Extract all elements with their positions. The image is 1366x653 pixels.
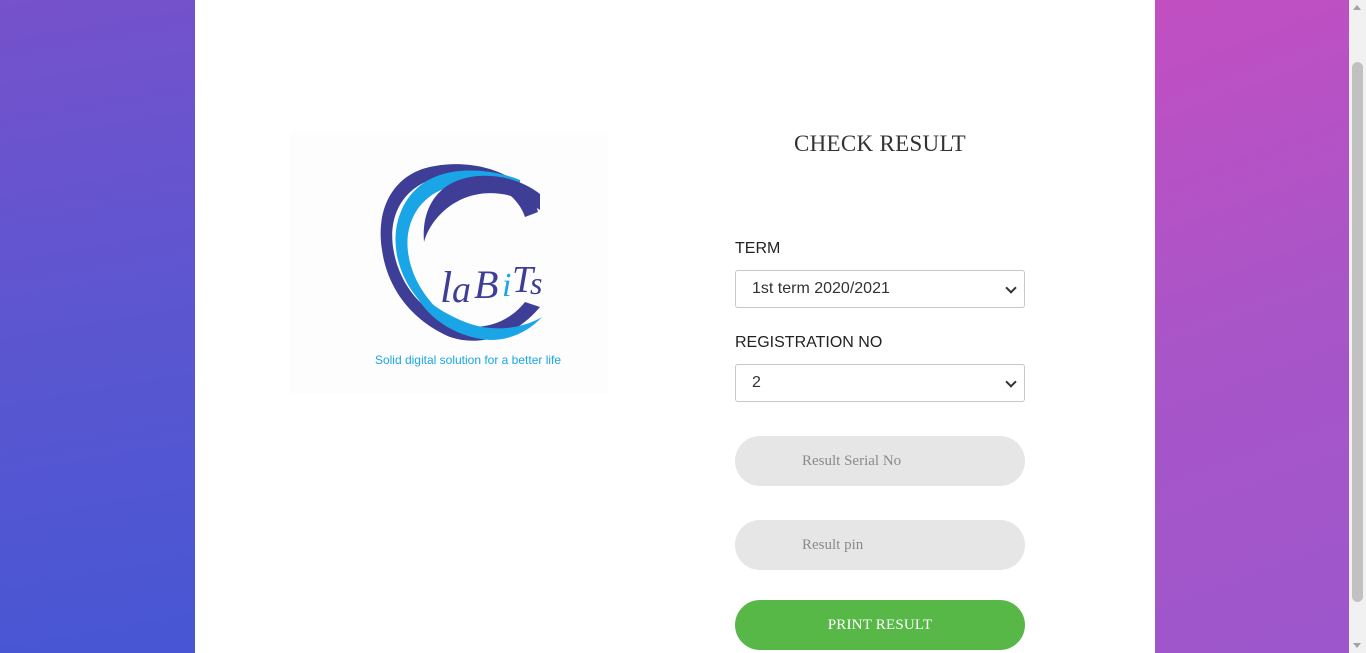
result-pin-input[interactable]: Result pin [735,520,1025,570]
background-left [0,0,195,653]
svg-text:i: i [502,267,511,304]
registration-label: REGISTRATION NO [735,334,883,351]
svg-text:B: B [474,262,498,307]
term-select-value: 1st term 2020/2021 [752,280,890,297]
registration-select-value: 2 [752,374,761,391]
chevron-down-icon [1005,282,1017,294]
logo-tagline: Solid digital solution for a better life [374,353,562,367]
result-serial-input[interactable]: Result Serial No [735,436,1025,486]
scroll-up-icon[interactable] [1353,5,1361,10]
term-select[interactable]: 1st term 2020/2021 [735,270,1025,308]
result-pin-placeholder: Result pin [802,537,864,553]
page-title: CHECK RESULT [793,131,967,156]
result-serial-placeholder: Result Serial No [802,453,902,469]
logo-panel: l a B i T s Solid digital solution for a… [290,132,608,394]
print-result-button[interactable]: PRINT RESULT [735,600,1025,650]
term-label: TERM [735,240,781,257]
svg-text:l: l [440,263,452,312]
scrollbar-thumb[interactable] [1352,62,1363,602]
svg-text:a: a [452,269,471,311]
background-right [1155,0,1366,653]
svg-text:s: s [530,265,542,301]
scroll-down-icon[interactable] [1353,643,1361,648]
chevron-down-icon [1005,376,1017,388]
page-scrollbar[interactable] [1349,0,1366,653]
registration-select[interactable]: 2 [735,364,1025,402]
